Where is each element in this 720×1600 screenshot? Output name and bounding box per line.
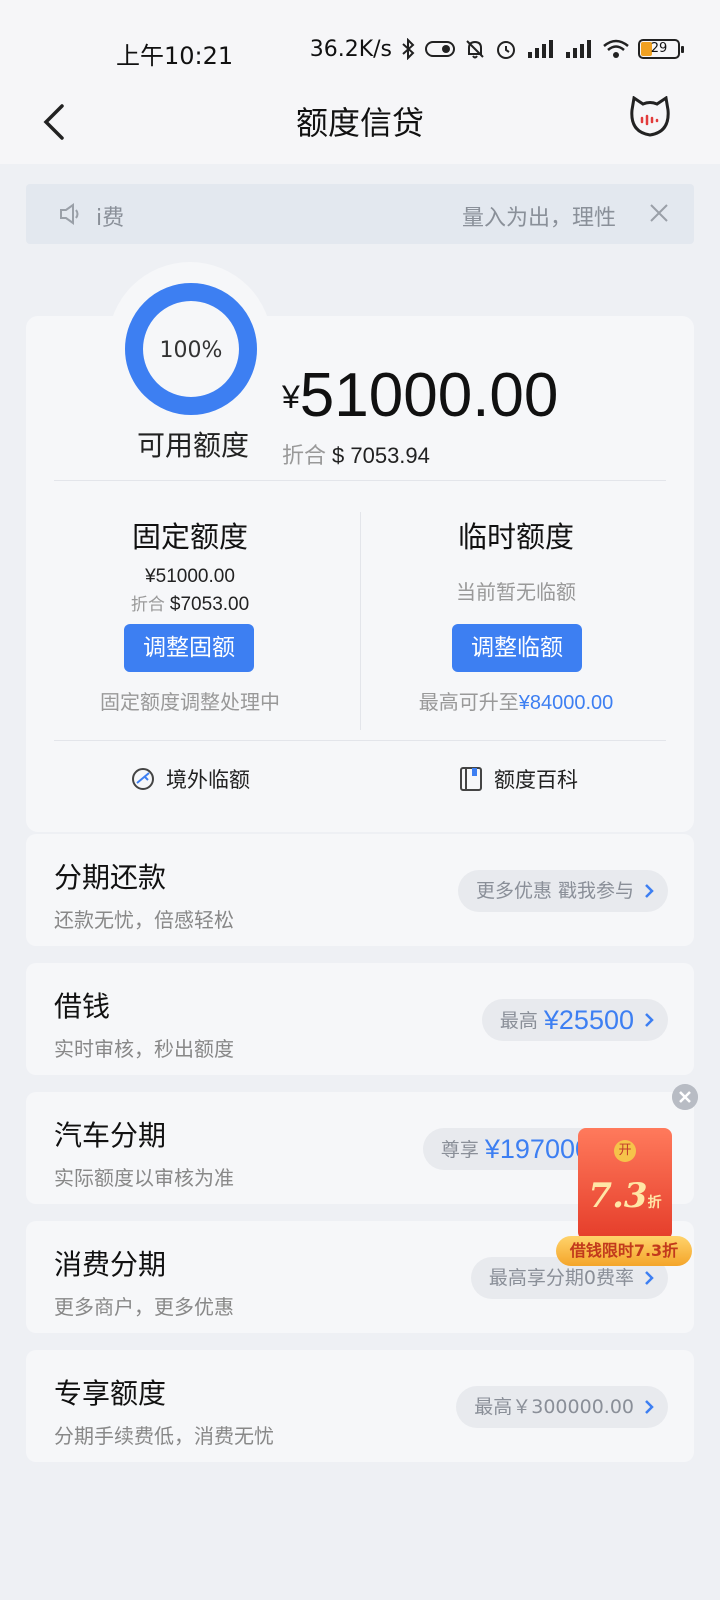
service-exclusive-quota[interactable]: 专享额度 分期手续费低，消费无忧 最高￥300000.00 (26, 1350, 694, 1462)
alarm-icon (497, 41, 515, 59)
nav-bar: 额度信贷 (0, 84, 720, 164)
fixed-amount-value: ¥51000.00 (145, 566, 235, 587)
pill-text: 最高￥300000.00 (474, 1396, 634, 1418)
service-subtitle: 分期手续费低，消费无忧 (54, 1424, 274, 1448)
battery-icon: 29 (638, 39, 684, 59)
fixed-quota-title: 固定额度 (40, 514, 340, 556)
temp-status: 当前暂无临额 (366, 576, 666, 605)
chevron-right-icon (645, 1400, 654, 1414)
service-pill[interactable]: 最高￥300000.00 (456, 1386, 668, 1428)
network-speed: 36.2K/s (309, 36, 392, 62)
status-bar: 上午10:21 36.2K/s 29 (0, 0, 720, 96)
currency-symbol: ¥ (282, 379, 300, 415)
toggle-icon (425, 41, 455, 57)
service-title: 借钱 (54, 990, 111, 1023)
bluetooth-icon (402, 38, 415, 60)
pill-text: 更多优惠 戳我参与 (475, 880, 634, 902)
fixed-converted-prefix: 折合 (130, 595, 165, 615)
fixed-converted-value: $7053.00 (169, 594, 250, 615)
amount-value: 51000.00 (299, 361, 559, 430)
service-subtitle: 实时审核，秒出额度 (54, 1037, 234, 1061)
available-label: 可用额度 (136, 429, 249, 462)
quota-wiki-link[interactable]: 额度百科 (458, 764, 578, 794)
divider (54, 480, 666, 481)
chevron-right-icon (645, 1013, 654, 1027)
service-borrow[interactable]: 借钱 实时审核，秒出额度 最高 ¥25500 (26, 963, 694, 1075)
wifi-icon (603, 39, 629, 58)
notice-text-left: i费 (96, 206, 125, 231)
open-badge: 开 (614, 1140, 636, 1162)
service-title: 分期还款 (54, 861, 167, 894)
converted-value: $ 7053.94 (332, 443, 430, 468)
temp-title: 临时额度 (457, 520, 574, 554)
temp-note-value: ¥84000.00 (518, 692, 614, 714)
fixed-converted: 折合 $7053.00 (40, 590, 340, 616)
fixed-title: 固定额度 (131, 520, 248, 554)
notice-bar: i费 量入为出，理性 (26, 184, 694, 244)
promo-discount: 7.3折 (578, 1176, 672, 1216)
fixed-note: 固定额度调整处理中 (100, 690, 280, 714)
service-title: 专享额度 (54, 1377, 167, 1410)
divider (54, 740, 666, 741)
page-title: 额度信贷 (295, 104, 424, 142)
temp-status-text: 当前暂无临额 (456, 580, 576, 604)
wiki-label: 额度百科 (494, 768, 578, 792)
divider-vertical (360, 512, 361, 730)
pill-text: 尊享 (440, 1139, 479, 1161)
notice-text-right: 量入为出，理性 (461, 206, 616, 231)
discount-value: 7.3 (588, 1176, 648, 1216)
close-icon[interactable] (648, 202, 670, 224)
discount-unit: 折 (647, 1195, 662, 1211)
chevron-right-icon (645, 884, 654, 898)
cat-assistant-icon[interactable] (628, 96, 672, 138)
signal-icon-2 (566, 40, 591, 58)
service-pill[interactable]: 更多优惠 戳我参与 (457, 870, 668, 912)
service-subtitle: 更多商户，更多优惠 (54, 1295, 234, 1319)
overseas-label: 境外临额 (166, 768, 250, 792)
pill-text: 最高 (499, 1010, 538, 1032)
available-amount: ¥51000.00 (282, 360, 558, 431)
ring-percent: 100% (159, 338, 223, 363)
temp-note: 最高可升至¥84000.00 (366, 686, 666, 715)
plane-globe-icon (132, 768, 154, 790)
converted-amount: 折合 $ 7053.94 (282, 438, 430, 470)
converted-prefix: 折合 (282, 444, 327, 469)
adjust-fixed-button[interactable]: 调整固额 (124, 624, 254, 672)
signal-icon (528, 40, 553, 58)
temp-quota-title: 临时额度 (366, 514, 666, 556)
bell-off-icon (466, 40, 484, 59)
service-title: 消费分期 (54, 1248, 167, 1281)
promo-close-icon[interactable] (672, 1084, 698, 1110)
service-title: 汽车分期 (54, 1119, 167, 1152)
book-icon (460, 767, 482, 791)
promo-red-envelope[interactable]: 开 7.3折 借钱限时7.3折 (556, 1128, 692, 1272)
red-envelope: 开 7.3折 (578, 1128, 672, 1240)
status-time: 上午10:21 (116, 42, 234, 70)
chevron-right-icon (645, 1271, 654, 1285)
service-subtitle: 还款无忧，倍感轻松 (54, 908, 234, 932)
promo-tag: 借钱限时7.3折 (556, 1236, 692, 1266)
service-subtitle: 实际额度以审核为准 (54, 1166, 234, 1190)
speaker-icon (60, 203, 79, 225)
status-icons: 36.2K/s 29 (309, 34, 684, 64)
service-pill[interactable]: 最高 ¥25500 (481, 999, 668, 1041)
service-installment-repay[interactable]: 分期还款 还款无忧，倍感轻松 更多优惠 戳我参与 (26, 834, 694, 946)
fixed-amount: ¥51000.00 (40, 566, 340, 588)
temp-note-prefix: 最高可升至 (418, 690, 519, 714)
pill-value: ¥25500 (543, 1005, 634, 1035)
adjust-temp-button[interactable]: 调整临额 (452, 624, 582, 672)
overseas-temp-link[interactable]: 境外临额 (130, 764, 250, 794)
